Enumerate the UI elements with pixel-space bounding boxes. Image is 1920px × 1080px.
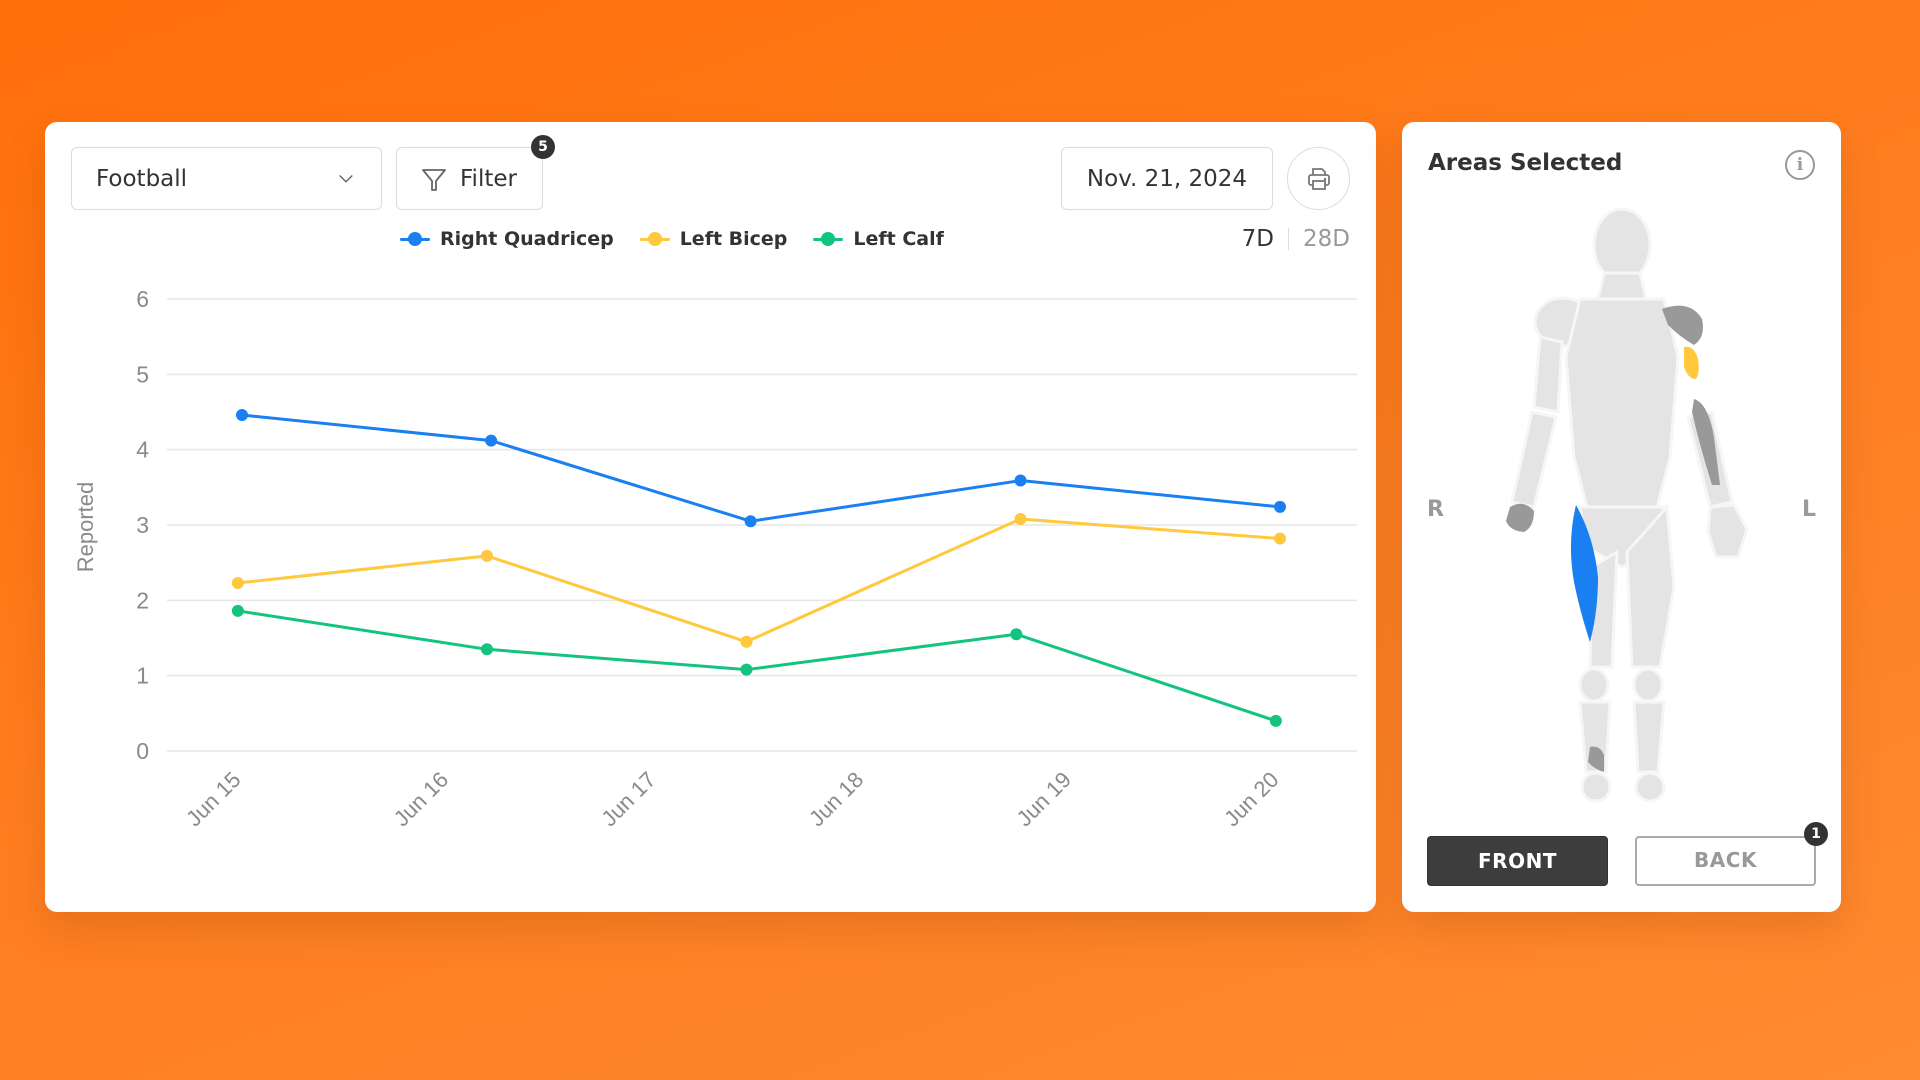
right-hand-marked[interactable] — [1506, 503, 1534, 532]
body-figure-front — [1506, 207, 1749, 803]
right-foot — [1580, 771, 1612, 803]
left-hand[interactable] — [1706, 503, 1749, 559]
left-knee — [1632, 667, 1664, 703]
x-tick-label: Jun 20 — [1219, 767, 1283, 831]
x-tick-label: Jun 16 — [389, 767, 453, 831]
torso — [1564, 297, 1680, 529]
data-point — [236, 409, 248, 422]
data-point — [1274, 500, 1286, 513]
data-point — [485, 434, 498, 447]
data-point — [740, 635, 753, 648]
line-chart: 0123456 Jun 15 Jun 16 Jun 17 Jun 18 Jun 19 Ju… — [73, 286, 1357, 831]
series-left-bicep — [231, 512, 1286, 648]
series-line — [241, 413, 1281, 523]
info-icon[interactable]: i — [1785, 150, 1815, 180]
x-tick-label: Jun 15 — [181, 767, 245, 831]
y-tick-label: 1 — [136, 663, 149, 689]
data-point — [744, 515, 757, 528]
y-tick-label: 2 — [136, 587, 149, 613]
y-axis-ticks: 0 1 2 3 4 5 6 — [136, 286, 149, 764]
y-tick-label: 0 — [136, 738, 149, 764]
x-tick-label: Jun 17 — [596, 767, 660, 831]
data-point — [1269, 714, 1282, 727]
y-tick-label: 4 — [136, 437, 149, 463]
right-knee — [1578, 667, 1610, 703]
right-forearm[interactable] — [1510, 410, 1558, 509]
panel-title: Areas Selected — [1428, 150, 1623, 176]
right-side-label: R — [1427, 497, 1444, 522]
left-calf[interactable] — [1632, 700, 1666, 774]
data-point — [1014, 474, 1027, 487]
x-tick-label: Jun 19 — [1012, 767, 1076, 831]
y-tick-label: 3 — [136, 512, 149, 538]
series-right-quadricep — [236, 409, 1286, 528]
left-side-label: L — [1802, 497, 1817, 522]
right-upper-arm[interactable] — [1532, 335, 1564, 414]
data-point — [1014, 512, 1027, 525]
areas-selected-panel: Areas Selected i R L FRONT BACK 1 — [1402, 122, 1841, 912]
x-axis-ticks: Jun 15 Jun 16 Jun 17 Jun 18 Jun 19 Jun 20 — [181, 767, 1283, 831]
head — [1592, 207, 1652, 283]
series-left-calf — [231, 604, 1282, 727]
data-point — [740, 663, 753, 676]
data-point — [231, 577, 244, 590]
left-bicep-highlight[interactable] — [1684, 346, 1699, 379]
gridlines — [167, 298, 1357, 752]
back-count-badge: 1 — [1804, 822, 1828, 846]
data-point — [480, 549, 493, 562]
back-view-button[interactable]: BACK — [1635, 836, 1816, 886]
data-point — [1010, 628, 1023, 641]
front-view-button[interactable]: FRONT — [1427, 836, 1608, 886]
series-line — [237, 517, 1281, 644]
data-point — [480, 643, 493, 656]
neck — [1596, 271, 1648, 301]
data-point — [231, 604, 244, 617]
series — [231, 409, 1286, 727]
y-tick-label: 6 — [136, 286, 149, 312]
chart-panel: Football Filter 5 Nov. 21, 2024 Right Qu… — [45, 122, 1376, 912]
y-axis-label: Reported — [73, 482, 98, 573]
series-line — [237, 609, 1277, 723]
left-foot — [1634, 771, 1666, 803]
y-tick-label: 5 — [136, 361, 149, 387]
x-tick-label: Jun 18 — [804, 767, 868, 831]
data-point — [1274, 532, 1286, 545]
